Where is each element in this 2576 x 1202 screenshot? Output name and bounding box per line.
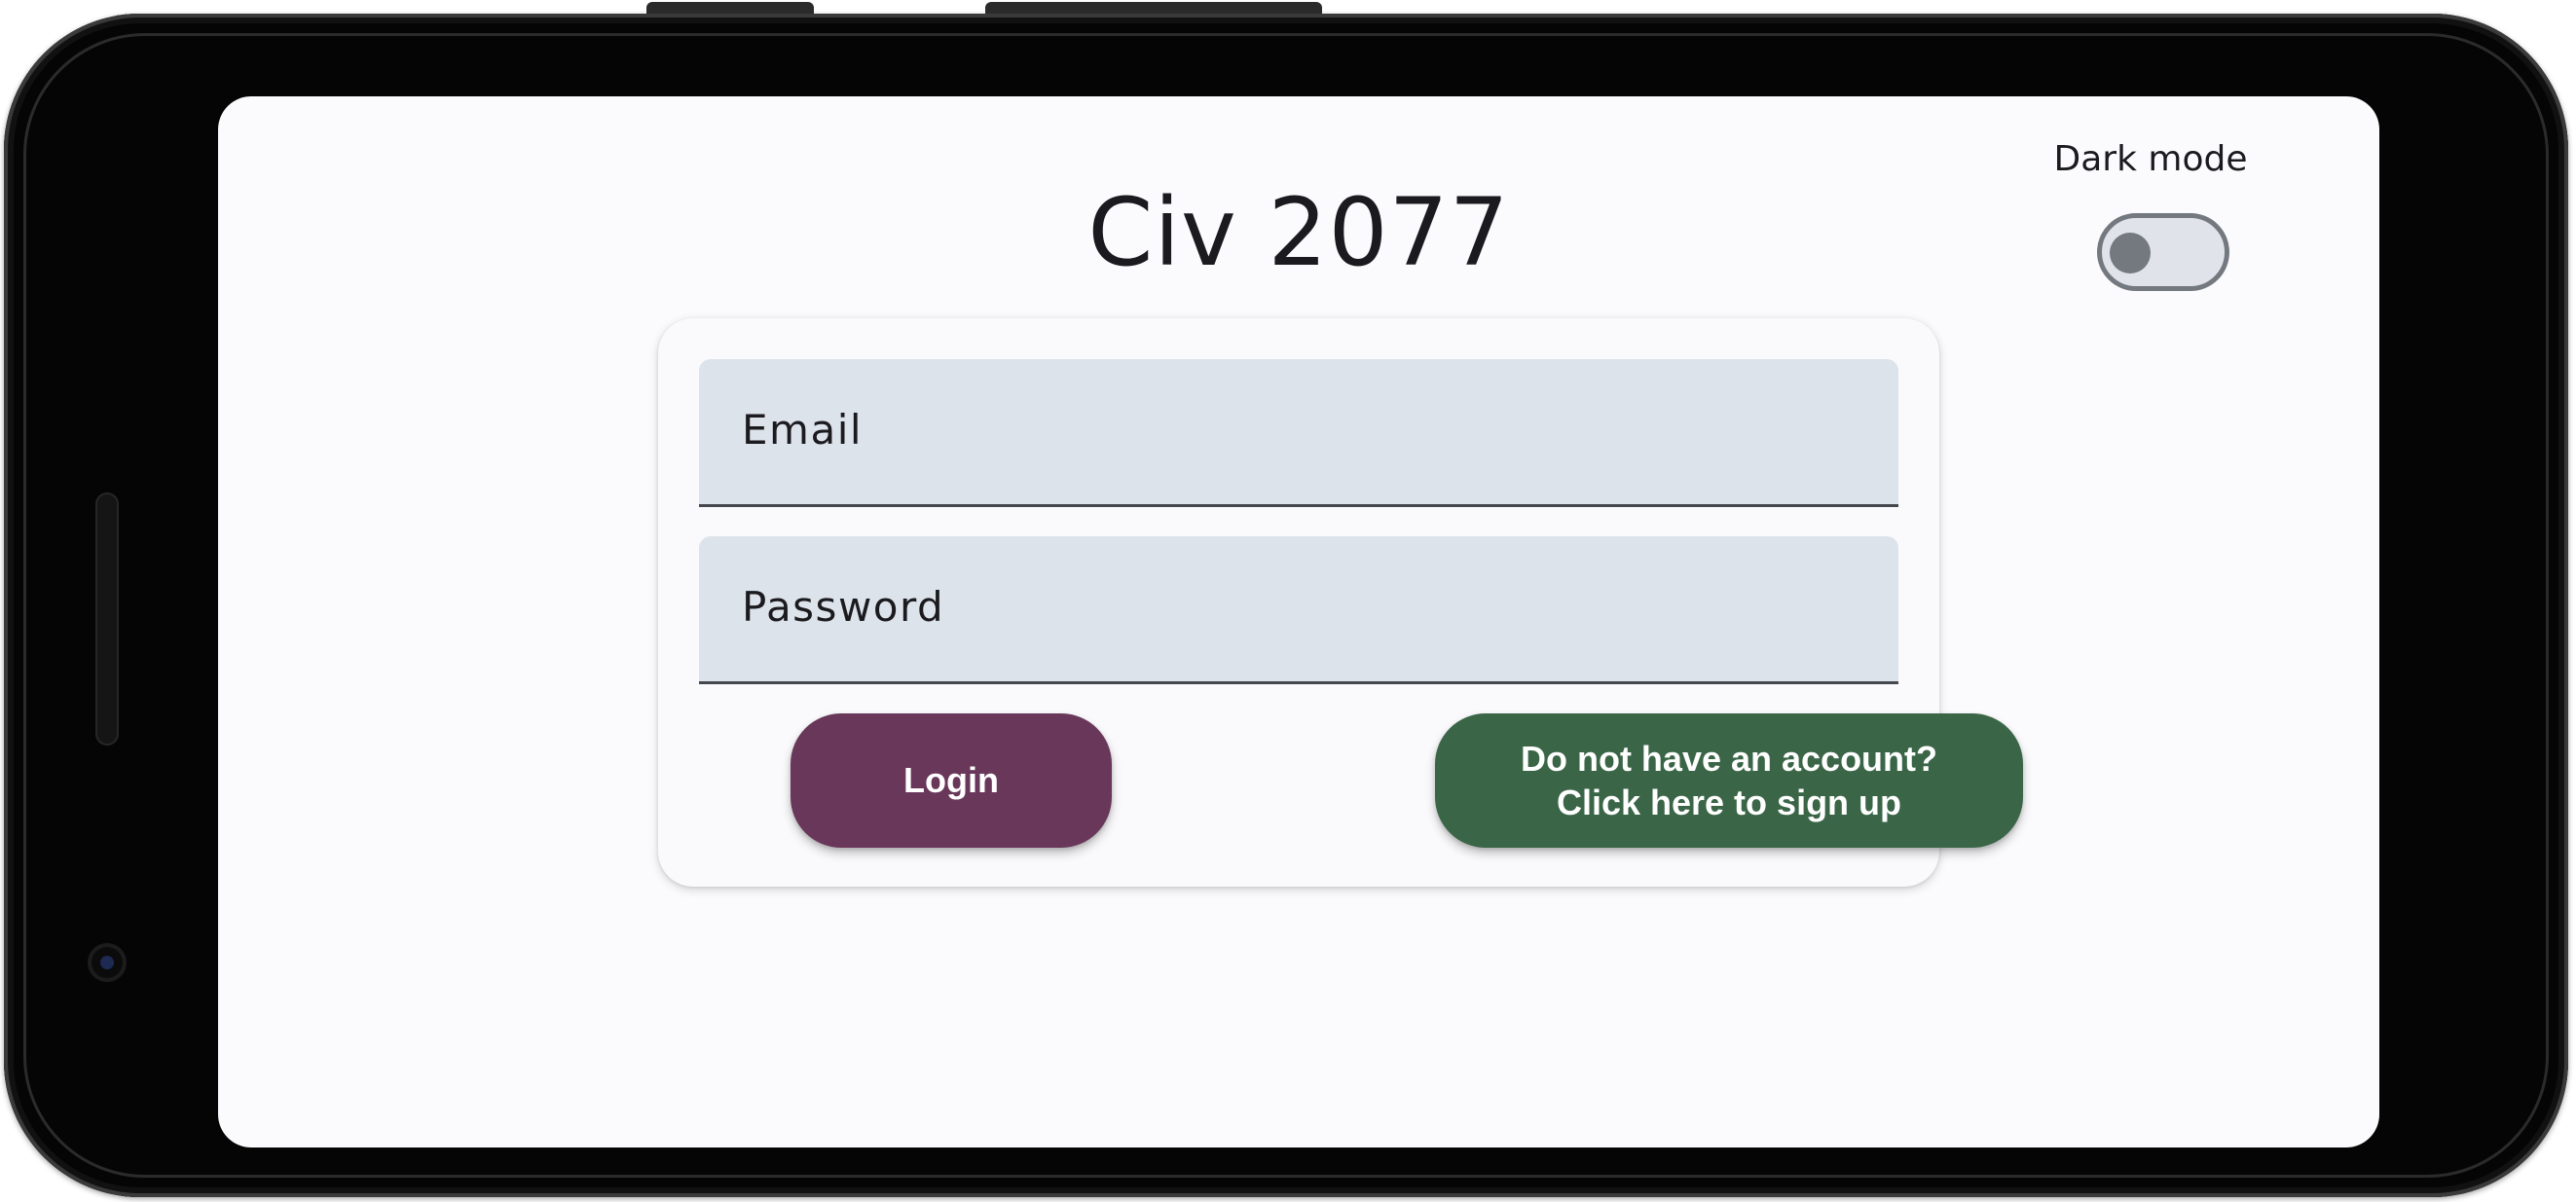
login-button[interactable]: Login [791, 713, 1112, 848]
login-button-label: Login [903, 760, 999, 800]
login-card: Email Password Login Do not have an acco… [658, 318, 2023, 887]
password-placeholder: Password [742, 583, 945, 631]
phone-speaker [95, 492, 119, 746]
phone-frame: Civ 2077 Dark mode Email Password Login … [4, 14, 2568, 1197]
signup-button[interactable]: Do not have an account? Click here to si… [1435, 713, 2023, 848]
front-camera-icon [88, 943, 127, 982]
signup-button-line2: Click here to sign up [1556, 783, 1902, 822]
signup-button-line1: Do not have an account? [1520, 739, 1938, 779]
power-button [985, 2, 1322, 14]
dark-mode-label: Dark mode [2053, 139, 2248, 179]
app-screen: Civ 2077 Dark mode Email Password Login … [218, 96, 2379, 1147]
app-title: Civ 2077 [1087, 178, 1510, 287]
password-field[interactable]: Password [699, 536, 1898, 684]
email-placeholder: Email [742, 406, 864, 454]
volume-button [646, 2, 814, 14]
dark-mode-toggle[interactable] [2097, 213, 2229, 291]
email-field[interactable]: Email [699, 359, 1898, 507]
toggle-knob [2110, 233, 2151, 273]
